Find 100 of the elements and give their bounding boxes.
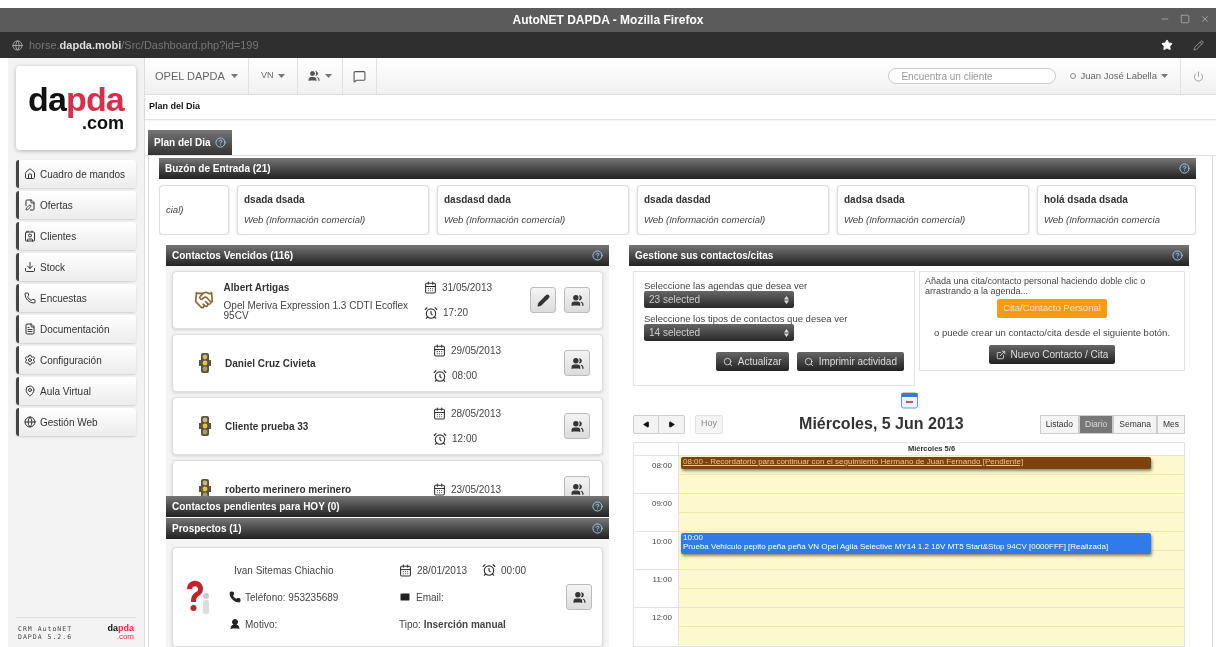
help-icon <box>214 137 226 148</box>
help-icon[interactable] <box>592 250 603 261</box>
search-icon <box>803 356 814 367</box>
chat-icon <box>353 69 367 83</box>
contact-date: 29/05/2013 <box>451 344 502 358</box>
caret-icon <box>230 74 238 78</box>
hour-label: 12:00 <box>651 612 672 624</box>
help-icon[interactable] <box>592 501 603 513</box>
help-icon[interactable] <box>1172 250 1183 261</box>
bookmark-star-icon[interactable] <box>1161 39 1173 51</box>
external-link-icon <box>995 349 1006 360</box>
inbox-source: Web (Información comercial) <box>844 213 967 228</box>
contact-date: 28/05/2013 <box>451 407 502 421</box>
map-pin-icon <box>24 385 36 397</box>
inbox-card[interactable]: dsada dsada Web (Información comercial) <box>237 185 429 235</box>
sidebar-item[interactable]: Clientes <box>16 222 136 250</box>
handshake-icon <box>194 290 215 310</box>
agenda-select[interactable]: 23 selected <box>644 291 794 308</box>
traffic-light-icon <box>199 353 211 373</box>
search-field[interactable]: Encuentra un cliente <box>888 68 1057 84</box>
hour-label: 08:00 <box>651 460 672 472</box>
search-icon <box>722 356 733 367</box>
next-button[interactable] <box>659 414 685 434</box>
inbox-card[interactable]: dasdasd dada Web (Información comercial) <box>437 185 629 235</box>
view-tab[interactable]: Semana <box>1113 414 1157 434</box>
alarm-clock-icon <box>433 368 447 383</box>
users-icon <box>308 70 321 82</box>
inbox-card[interactable]: cial) <box>159 185 229 235</box>
new-contact-button[interactable]: Nuevo Contacto / Cita <box>988 345 1116 365</box>
help-icon[interactable] <box>1179 163 1190 174</box>
contact-date: 31/05/2013 <box>442 281 493 295</box>
sidebar-item[interactable]: Ofertas <box>16 191 136 219</box>
prospect-email: Email: <box>416 590 444 605</box>
help-icon[interactable] <box>592 523 603 534</box>
section-dropdown[interactable]: VN <box>248 58 299 94</box>
update-button[interactable]: Actualizar <box>715 352 789 371</box>
view-tab[interactable]: Listado <box>1039 414 1080 434</box>
view-tab[interactable]: Mes <box>1156 414 1185 434</box>
inbox-card[interactable]: holá dsada dsada Web (Información comercia <box>1037 185 1196 235</box>
user-menu[interactable]: Juan José Labella <box>1070 68 1168 84</box>
contacts-button[interactable] <box>564 287 590 313</box>
calendar-event[interactable]: 08:00 - Recordatorio para continuar con el seguimiento Hermano de Juan Fernando [Pendiente] <box>681 457 1151 469</box>
inbox-sender: dadsa dsada <box>844 193 906 208</box>
calendar-icon[interactable] <box>900 392 918 409</box>
pencil-icon <box>536 293 550 307</box>
users-icon <box>570 356 584 370</box>
calendar-icon <box>433 482 446 496</box>
logo-suffix: .com <box>116 633 134 641</box>
globe-icon <box>24 416 36 428</box>
sidebar-item[interactable]: Cuadro de mandos <box>16 160 136 188</box>
users-icon <box>572 590 586 604</box>
download-icon <box>24 261 36 273</box>
logo-wordmark: dapda <box>107 624 134 633</box>
caret-icon <box>1161 74 1168 78</box>
previous-button[interactable] <box>633 414 659 434</box>
contacts-button[interactable] <box>564 350 590 376</box>
sidebar-item[interactable]: Gestión Web <box>16 408 136 436</box>
close-icon[interactable] <box>1200 14 1210 24</box>
contact-name: Daniel Cruz Civieta <box>225 356 317 371</box>
tab[interactable]: Plan del Dia <box>148 130 232 155</box>
event-text: 08:00 - Recordatorio para continuar con el seguimiento Hermano de Juan Fernando [Pendiente] <box>683 457 1025 466</box>
sidebar-item[interactable]: Configuración <box>16 346 136 374</box>
contacts-button[interactable] <box>566 584 592 610</box>
contact-time: 08:00 <box>452 369 478 383</box>
sidebar-item[interactable]: Aula Virtual <box>16 377 136 405</box>
sidebar-item[interactable]: Stock <box>16 253 136 281</box>
contacts-button[interactable] <box>564 476 590 497</box>
section-title: Prospectos (1) <box>172 522 242 536</box>
url-text[interactable]: horse.dapda.mobi/Src/Dashboard.php?id=199 <box>29 36 259 54</box>
window-title: AutoNET DAPDA - Mozilla Firefox <box>512 12 704 29</box>
inbox-sender: dsada dasdad <box>644 193 712 208</box>
calendar-event[interactable]: 10:00 Prueba Vehículo pepito peña peña VN Opel Agila Selective MY14 1.2 16V MT5 Start&Stop 94CV [0000FFF] [Realizada] <box>681 533 1151 554</box>
print-button[interactable]: Imprimir actividad <box>796 352 904 371</box>
person-icon <box>229 618 241 630</box>
prospect-reason: Motivo: <box>245 617 278 632</box>
alarm-clock-icon <box>482 563 497 577</box>
prospect-phone: Teléfono: 953235689 <box>245 590 339 605</box>
calendar-icon <box>433 407 446 420</box>
contacts-button[interactable] <box>564 413 590 439</box>
hour-label: 11:00 <box>652 574 672 586</box>
sort-arrows-icon <box>784 328 789 337</box>
sidebar-item[interactable]: Documentación <box>16 315 136 343</box>
home-icon <box>24 168 36 180</box>
company-dropdown[interactable]: OPEL DAPDA <box>145 58 249 94</box>
inbox-card[interactable]: dsada dasdad Web (Información comercial) <box>637 185 829 235</box>
inbox-card[interactable]: dadsa dsada Web (Información comercial) <box>837 185 1029 235</box>
hour-label: 09:00 <box>651 498 672 510</box>
caret-icon <box>278 74 286 78</box>
users-icon <box>570 482 584 496</box>
telephone-icon <box>229 591 241 603</box>
inbox-sender: holá dsada dsada <box>1044 193 1129 208</box>
sidebar-item[interactable]: Encuestas <box>16 284 136 312</box>
pen-icon[interactable] <box>1193 39 1204 51</box>
edit-button[interactable] <box>530 287 556 313</box>
logo-suffix: .com <box>81 114 124 132</box>
section-title: Contactos pendientes para HOY (0) <box>172 500 340 515</box>
breadcrumb: Plan del Dia <box>149 100 201 114</box>
contact-time: 17:20 <box>443 306 469 320</box>
contact-type-select[interactable]: 14 selected <box>644 324 794 341</box>
inbox-source: Web (Información comercial) <box>444 213 567 228</box>
